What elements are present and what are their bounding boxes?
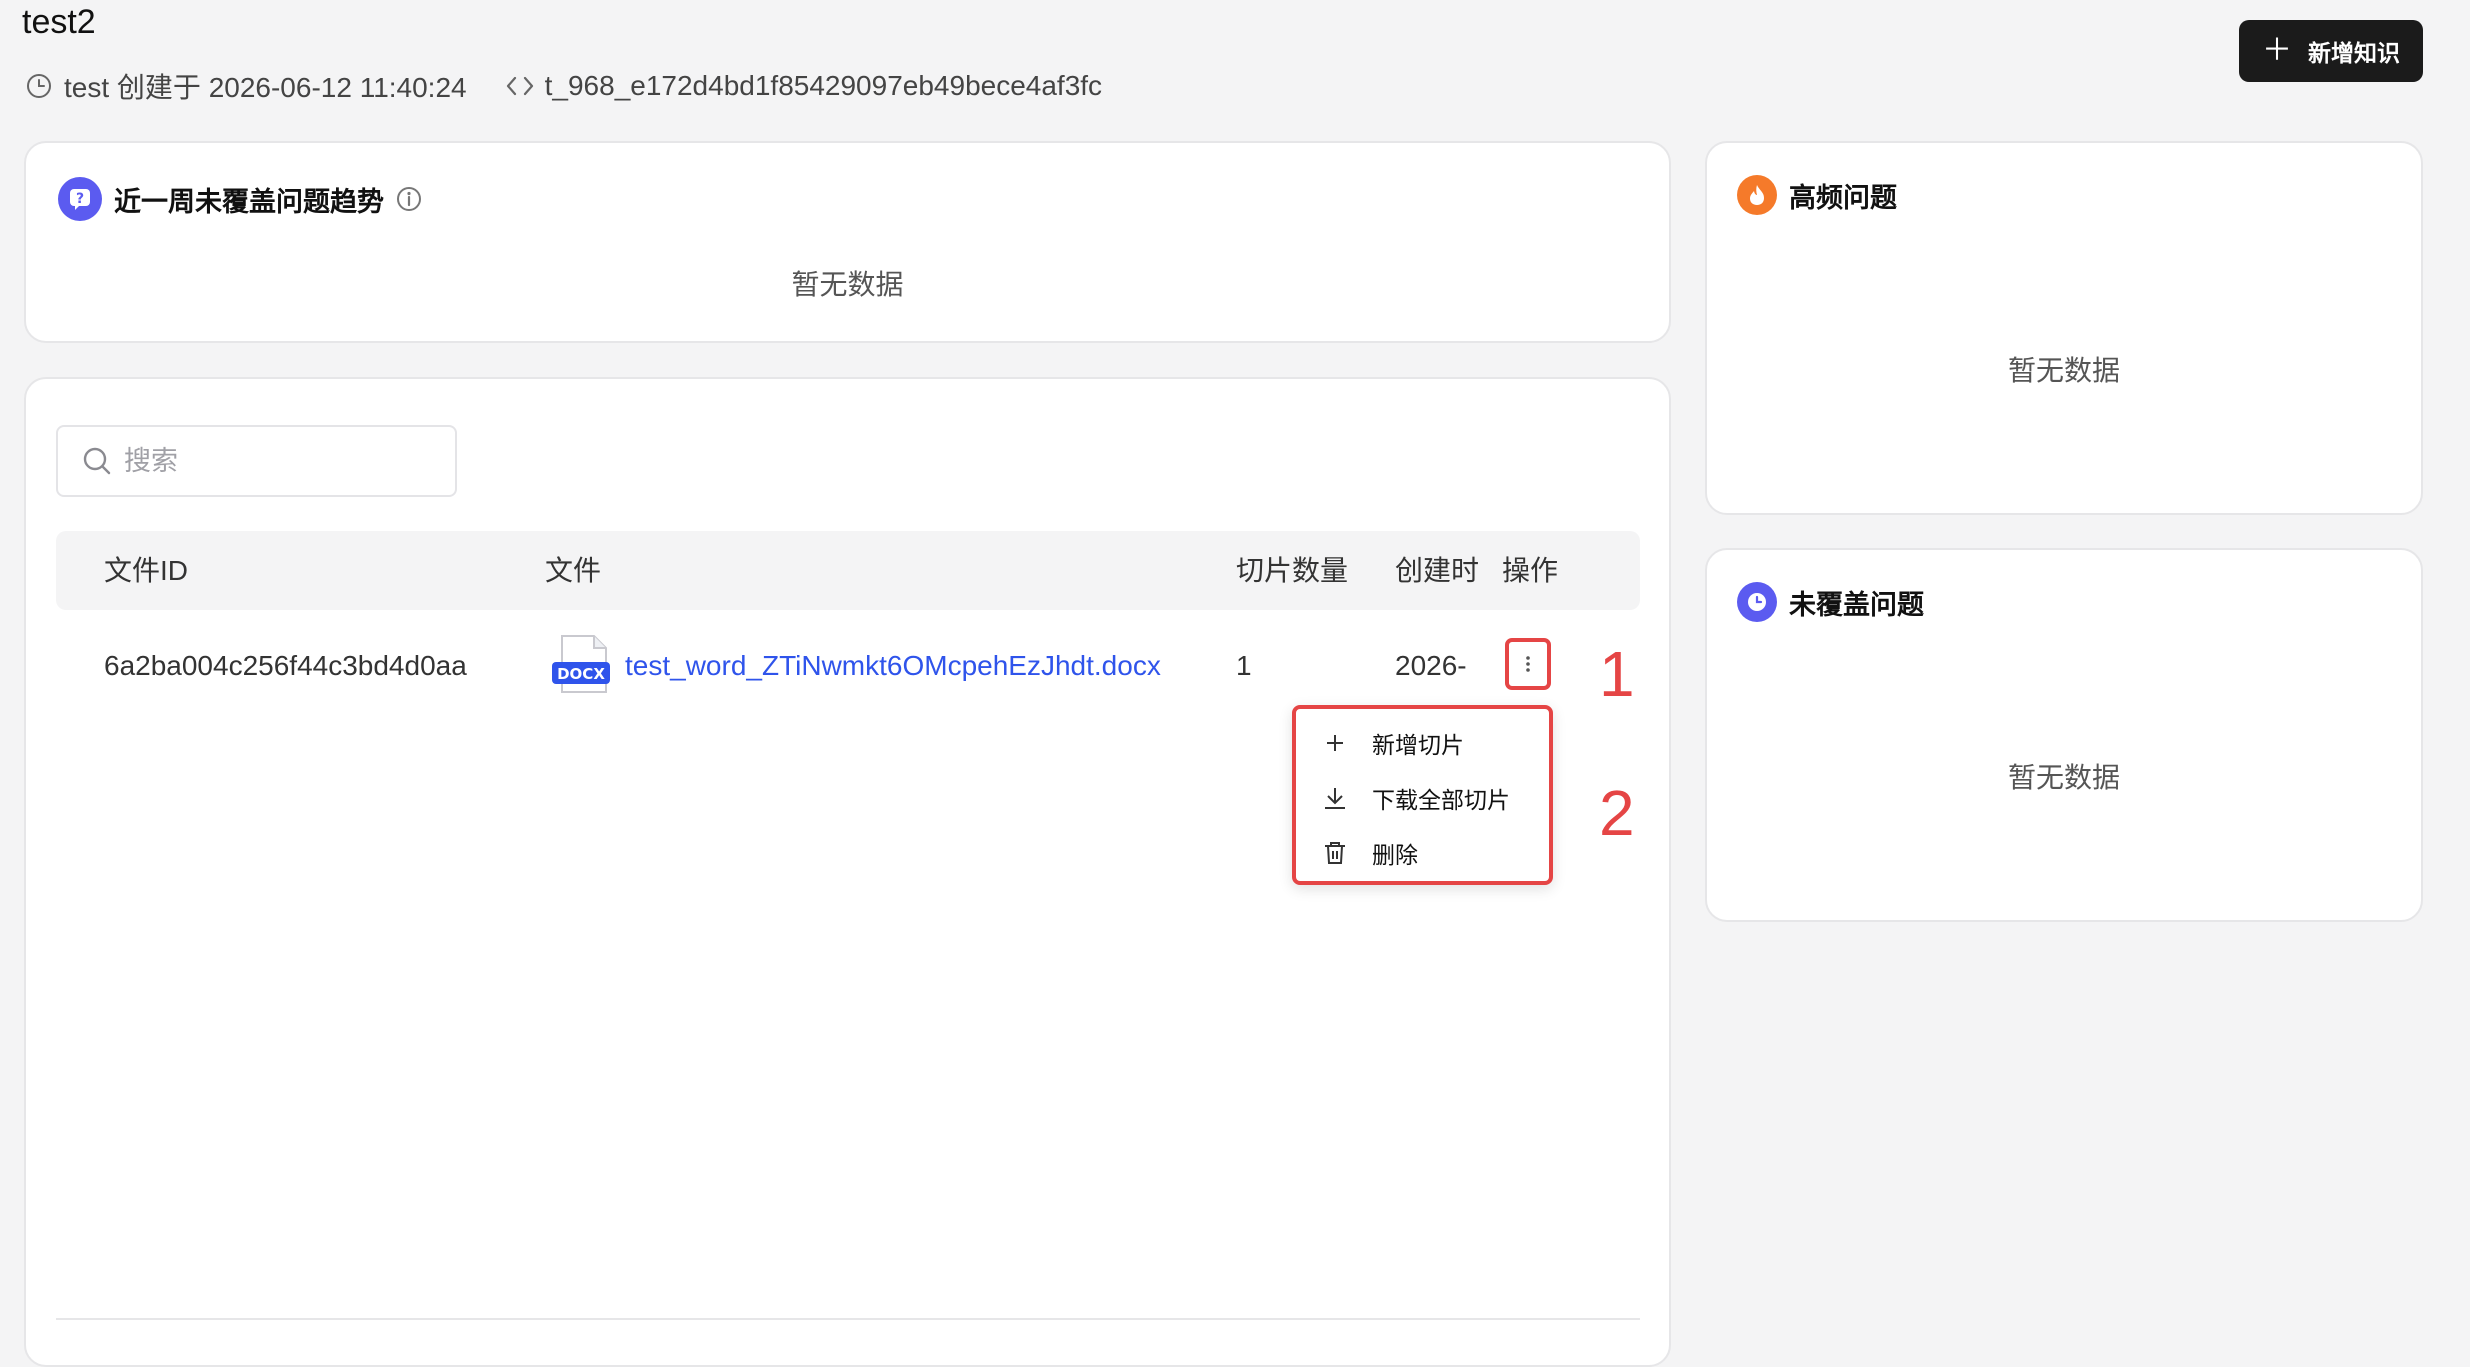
column-header-created: 创建时 [1395,555,1480,586]
table-header: 文件ID 文件 切片数量 创建时 操作 [56,531,1640,610]
download-icon [1320,783,1350,813]
uncovered-header: 未覆盖问题 [1737,582,1924,622]
info-icon[interactable] [396,186,422,212]
column-header-actions: 操作 [1502,555,1559,586]
trend-card-title: 近一周未覆盖问题趋势 [114,186,384,217]
created-cell: 2026- [1395,650,1467,681]
high-frequency-header: 高频问题 [1737,175,1897,215]
uncovered-empty-text: 暂无数据 [2007,762,2120,793]
more-vertical-icon [1525,654,1531,674]
plus-icon [1320,728,1350,758]
add-knowledge-button[interactable]: ＋ 新增知识 [2239,20,2423,82]
slice-count-cell: 1 [1236,650,1252,681]
knowledge-id: t_968_e172d4bd1f85429097eb49bece4af3fc [544,70,1103,101]
high-frequency-title: 高频问题 [1789,182,1897,213]
menu-item-label: 新增切片 [1372,732,1464,758]
menu-item-delete[interactable]: 删除 [1296,827,1549,879]
trend-card: ? 近一周未覆盖问题趋势 暂无数据 [24,141,1671,343]
more-actions-button[interactable] [1505,638,1551,690]
table-bottom-divider [56,1318,1640,1320]
docx-file-icon: DOCX [550,634,614,696]
docx-icon-text: DOCX [557,665,605,683]
menu-item-download-all[interactable]: 下载全部切片 [1296,772,1549,824]
creator-info: test 创建于 2026-06-12 11:40:24 [64,72,467,103]
clock-icon [24,71,54,101]
column-header-file-id: 文件ID [104,555,189,586]
trash-icon [1320,838,1350,868]
high-frequency-card: 高频问题 暂无数据 [1705,141,2423,515]
column-header-file: 文件 [545,555,602,586]
annotation-marker-1: 1 [1599,638,1635,710]
trend-card-header: ? 近一周未覆盖问题趋势 [58,177,422,221]
column-header-slice-count: 切片数量 [1236,555,1349,586]
menu-item-label: 删除 [1372,842,1418,868]
clock-badge-icon [1737,582,1777,622]
question-chat-icon: ? [58,177,102,221]
search-input[interactable] [122,444,426,478]
trend-empty-text: 暂无数据 [791,269,904,300]
plus-icon: ＋ [2262,34,2292,67]
annotation-marker-2: 2 [1599,777,1635,849]
fire-icon [1737,175,1777,215]
menu-item-add-slice[interactable]: 新增切片 [1296,717,1549,769]
svg-text:?: ? [76,191,84,207]
file-id-cell: 6a2ba004c256f44c3bd4d0aa [104,650,467,681]
uncovered-card: 未覆盖问题 暂无数据 [1705,548,2423,922]
search-icon [82,446,112,476]
page-title: test2 [22,3,96,41]
add-knowledge-label: 新增知识 [2308,40,2400,66]
high-frequency-empty-text: 暂无数据 [2007,355,2120,386]
file-name-link[interactable]: test_word_ZTiNwmkt6OMcpehEzJhdt.docx [625,646,1161,686]
menu-item-label: 下载全部切片 [1372,787,1510,813]
uncovered-title: 未覆盖问题 [1789,589,1924,620]
row-actions-menu: 新增切片 下载全部切片 删除 [1292,705,1553,885]
search-box[interactable] [56,425,457,497]
code-icon [505,71,535,101]
meta-row: test 创建于 2026-06-12 11:40:24 t_968_e172d… [24,64,1102,108]
